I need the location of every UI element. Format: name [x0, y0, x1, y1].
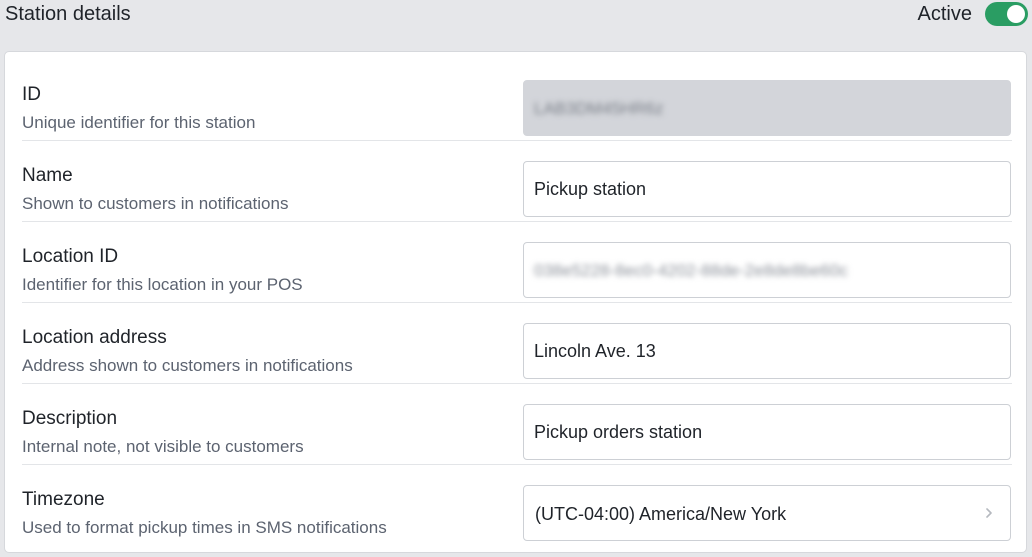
active-label: Active [917, 3, 972, 25]
id-value-redacted: LAB3DM45HR6z [534, 99, 664, 118]
active-toggle-group: Active [918, 1, 1028, 27]
active-toggle[interactable] [985, 2, 1028, 26]
timezone-selected-value: (UTC-04:00) America/New York [535, 504, 787, 524]
name-help-text: Shown to customers in notifications [22, 194, 289, 213]
description-help-text: Internal note, not visible to customers [22, 437, 304, 456]
description-row: Description Internal note, not visible t… [22, 384, 1012, 465]
location-id-value-redacted: 038e5228-8ec0-4202-88de-2e8de8be60c [534, 261, 848, 280]
location-id-label: Location ID [22, 246, 119, 267]
id-row: ID Unique identifier for this station LA… [22, 60, 1012, 141]
name-row: Name Shown to customers in notifications [22, 141, 1012, 222]
timezone-label: Timezone [22, 489, 105, 510]
id-field: LAB3DM45HR6z [523, 80, 1011, 136]
location-address-help-text: Address shown to customers in notificati… [22, 356, 353, 375]
location-id-help-text: Identifier for this location in your POS [22, 275, 303, 294]
timezone-help-text: Used to format pickup times in SMS notif… [22, 518, 387, 537]
toggle-knob [1007, 5, 1025, 23]
description-input[interactable] [523, 404, 1011, 460]
timezone-row: Timezone Used to format pickup times in … [22, 465, 1012, 546]
location-id-input[interactable]: 038e5228-8ec0-4202-88de-2e8de8be60c [523, 242, 1011, 298]
location-address-input[interactable] [523, 323, 1011, 379]
location-address-label: Location address [22, 327, 167, 348]
station-details-card: ID Unique identifier for this station LA… [4, 51, 1027, 553]
chevron-right-icon [986, 508, 992, 518]
description-label: Description [22, 408, 118, 429]
page-title: Station details [5, 3, 131, 25]
page-header: Station details Active [0, 0, 1032, 30]
timezone-select[interactable]: (UTC-04:00) America/New York [523, 485, 1011, 541]
name-input[interactable] [523, 161, 1011, 217]
id-label: ID [22, 84, 41, 105]
name-label: Name [22, 165, 73, 186]
id-help-text: Unique identifier for this station [22, 113, 256, 132]
location-address-row: Location address Address shown to custom… [22, 303, 1012, 384]
location-id-row: Location ID Identifier for this location… [22, 222, 1012, 303]
